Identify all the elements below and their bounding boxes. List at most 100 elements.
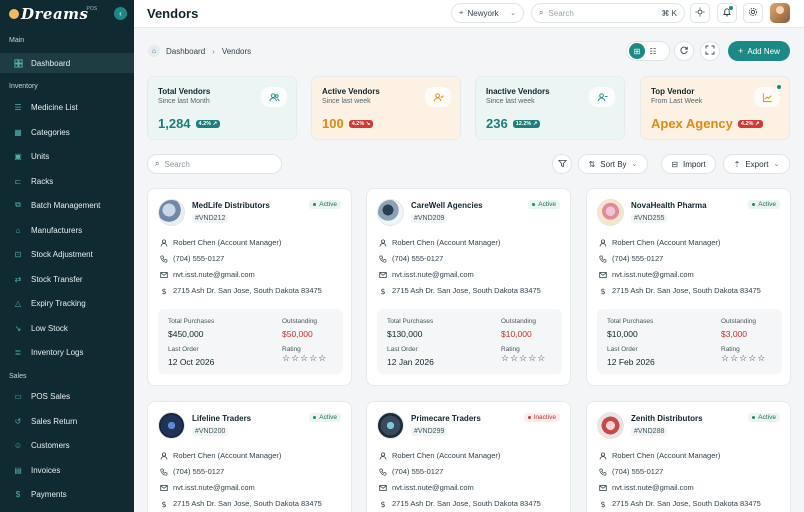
sort-by-label: Sort By bbox=[600, 159, 627, 169]
vendor-card[interactable]: NovaHealth Pharma #VND255 Active Robert Che… bbox=[586, 188, 791, 386]
vendor-phone-text[interactable]: (704) 555-0127 bbox=[392, 467, 443, 476]
trend-badge: 4.2% ↗ bbox=[195, 119, 221, 128]
vendor-phone-text[interactable]: (704) 555-0127 bbox=[612, 467, 663, 476]
phone-icon bbox=[378, 254, 387, 263]
vendor-email-text[interactable]: nvt.isst.nute@gmail.com bbox=[173, 483, 255, 492]
sidebar: Dreams POS ‹ Main Dashboard Inventory ☰ M… bbox=[0, 0, 134, 512]
export-button[interactable]: ⇡ Export ⌄ bbox=[723, 154, 790, 174]
sidebar-item-invoices[interactable]: ▤ Invoices bbox=[0, 460, 134, 480]
svg-text:$: $ bbox=[161, 500, 166, 508]
vendor-card[interactable]: Lifeline Traders #VND200 Active Robert Chen… bbox=[147, 401, 352, 512]
vendor-address-text: 2715 Ash Dr. San Jose, South Dakota 8347… bbox=[612, 499, 761, 508]
vendor-name[interactable]: NovaHealth Pharma bbox=[631, 201, 707, 210]
rating-stars[interactable]: ☆☆☆☆☆ bbox=[721, 353, 766, 364]
global-search-input[interactable]: ⌕ Search ⌘ K bbox=[531, 3, 685, 23]
vendor-name[interactable]: Lifeline Traders bbox=[192, 414, 251, 423]
phone-icon bbox=[159, 254, 168, 263]
home-icon[interactable]: ⌂ bbox=[148, 45, 160, 57]
vendor-name[interactable]: MedLife Distributors bbox=[192, 201, 270, 210]
plus-icon: + bbox=[738, 46, 744, 56]
status-badge: Active bbox=[748, 200, 780, 209]
sidebar-item-dashboard[interactable]: Dashboard bbox=[0, 53, 134, 73]
refresh-button[interactable] bbox=[674, 41, 694, 61]
sidebar-item-sales-return[interactable]: ↺ Sales Return bbox=[0, 411, 134, 431]
vendor-card[interactable]: Primecare Traders #VND299 Inactive Robert C… bbox=[366, 401, 571, 512]
vendor-email-text[interactable]: nvt.isst.nute@gmail.com bbox=[612, 270, 694, 279]
svg-text:$: $ bbox=[600, 500, 605, 508]
notification-dot bbox=[777, 85, 781, 89]
stat-value: 236 bbox=[486, 116, 508, 131]
list-view-button[interactable]: ☷ bbox=[645, 43, 661, 59]
vendor-address: $2715 Ash Dr. San Jose, South Dakota 834… bbox=[378, 499, 541, 508]
vendor-phone-text[interactable]: (704) 555-0127 bbox=[173, 467, 224, 476]
vendor-phone-text[interactable]: (704) 555-0127 bbox=[392, 254, 443, 263]
vendor-search-input[interactable]: ⌕ Search bbox=[147, 154, 282, 174]
vendor-card[interactable]: Zenith Distributors #VND288 Active Robert C… bbox=[586, 401, 791, 512]
stat-value-row: 1,284 4.2% ↗ bbox=[158, 116, 221, 131]
vendor-card[interactable]: MedLife Distributors #VND212 Active Robert … bbox=[147, 188, 352, 386]
vendor-email: nvt.isst.nute@gmail.com bbox=[159, 270, 255, 279]
sidebar-item-payments[interactable]: $ Payments bbox=[0, 484, 134, 504]
vendor-name[interactable]: Primecare Traders bbox=[411, 414, 481, 423]
sidebar-item-stock-adjustment[interactable]: ⊡ Stock Adjustment bbox=[0, 244, 134, 264]
sidebar-item-racks[interactable]: ⊏ Racks bbox=[0, 171, 134, 191]
vendor-email-text[interactable]: nvt.isst.nute@gmail.com bbox=[392, 483, 474, 492]
sidebar-item-label: Dashboard bbox=[31, 58, 71, 68]
vendor-address-text: 2715 Ash Dr. San Jose, South Dakota 8347… bbox=[392, 499, 541, 508]
sidebar-item-units[interactable]: ▣ Units bbox=[0, 146, 134, 166]
export-icon: ⇡ bbox=[733, 159, 741, 169]
sidebar-item-medicine-list[interactable]: ☰ Medicine List bbox=[0, 97, 134, 117]
status-text: Active bbox=[319, 201, 337, 208]
down-trend-icon: ↘ bbox=[14, 323, 22, 333]
grid-view-button[interactable]: ⊞ bbox=[629, 43, 645, 59]
vendor-name[interactable]: CareWell Agencies bbox=[411, 201, 483, 210]
add-new-button[interactable]: + Add New bbox=[728, 41, 790, 61]
vendor-summary-panel: Total Purchases $130,000 Outstanding $10,00… bbox=[377, 309, 562, 374]
stat-value-row: 236 12.2% ↗ bbox=[486, 116, 541, 131]
sidebar-item-batch-management[interactable]: ⧉ Batch Management bbox=[0, 195, 134, 215]
vendor-phone: (704) 555-0127 bbox=[159, 254, 224, 263]
location-select[interactable]: ⌖ Newyork ⌄ bbox=[451, 3, 524, 23]
sort-by-button[interactable]: ⇅ Sort By ⌄ bbox=[578, 154, 648, 174]
import-button[interactable]: ⊟ Import bbox=[661, 154, 716, 174]
sidebar-item-customers[interactable]: ☺ Customers bbox=[0, 435, 134, 455]
vendor-email-text[interactable]: nvt.isst.nute@gmail.com bbox=[392, 270, 474, 279]
user-avatar[interactable] bbox=[770, 3, 790, 23]
rating-label: Rating bbox=[282, 346, 301, 353]
sidebar-item-expiry-tracking[interactable]: △ Expiry Tracking bbox=[0, 293, 134, 313]
chevron-right-icon: › bbox=[212, 46, 215, 56]
vendor-avatar bbox=[377, 199, 404, 226]
vendor-email-text[interactable]: nvt.isst.nute@gmail.com bbox=[173, 270, 255, 279]
sidebar-collapse-button[interactable]: ‹ bbox=[114, 7, 127, 20]
brand-name: Dreams bbox=[21, 5, 89, 23]
vendor-address-text: 2715 Ash Dr. San Jose, South Dakota 8347… bbox=[612, 286, 761, 295]
location-pin-icon: ⌖ bbox=[459, 8, 464, 17]
theme-toggle-button[interactable] bbox=[690, 3, 710, 23]
brand-logo[interactable]: Dreams POS bbox=[9, 5, 97, 23]
rating-stars[interactable]: ☆☆☆☆☆ bbox=[501, 353, 546, 364]
sidebar-item-pos-sales[interactable]: ▭ POS Sales bbox=[0, 386, 134, 406]
vendor-name[interactable]: Zenith Distributors bbox=[631, 414, 703, 423]
vendor-phone-text[interactable]: (704) 555-0127 bbox=[173, 254, 224, 263]
notifications-button[interactable] bbox=[717, 3, 737, 23]
sidebar-item-categories[interactable]: ▦ Categories bbox=[0, 122, 134, 142]
last-order-label: Last Order bbox=[607, 346, 638, 353]
rating-stars[interactable]: ☆☆☆☆☆ bbox=[282, 353, 327, 364]
filter-button[interactable] bbox=[552, 154, 572, 174]
adjust-icon: ⊡ bbox=[14, 249, 22, 259]
sidebar-item-manufacturers[interactable]: ⌂ Manufacturers bbox=[0, 220, 134, 240]
vendor-email-text[interactable]: nvt.isst.nute@gmail.com bbox=[612, 483, 694, 492]
vendor-card[interactable]: CareWell Agencies #VND209 Active Robert Che… bbox=[366, 188, 571, 386]
status-badge: Inactive bbox=[523, 413, 560, 422]
breadcrumb-home[interactable]: Dashboard bbox=[166, 47, 205, 56]
vendor-phone: (704) 555-0127 bbox=[378, 254, 443, 263]
sidebar-item-stock-transfer[interactable]: ⇄ Stock Transfer bbox=[0, 269, 134, 289]
sidebar-item-low-stock[interactable]: ↘ Low Stock bbox=[0, 318, 134, 338]
sidebar-item-inventory-logs[interactable]: ≣ Inventory Logs bbox=[0, 342, 134, 362]
gear-icon bbox=[748, 7, 758, 19]
settings-button[interactable] bbox=[743, 3, 763, 23]
breadcrumb-current: Vendors bbox=[221, 46, 252, 56]
fullscreen-button[interactable] bbox=[700, 41, 720, 61]
vendor-phone-text[interactable]: (704) 555-0127 bbox=[612, 254, 663, 263]
dollar-icon: $ bbox=[378, 499, 387, 508]
